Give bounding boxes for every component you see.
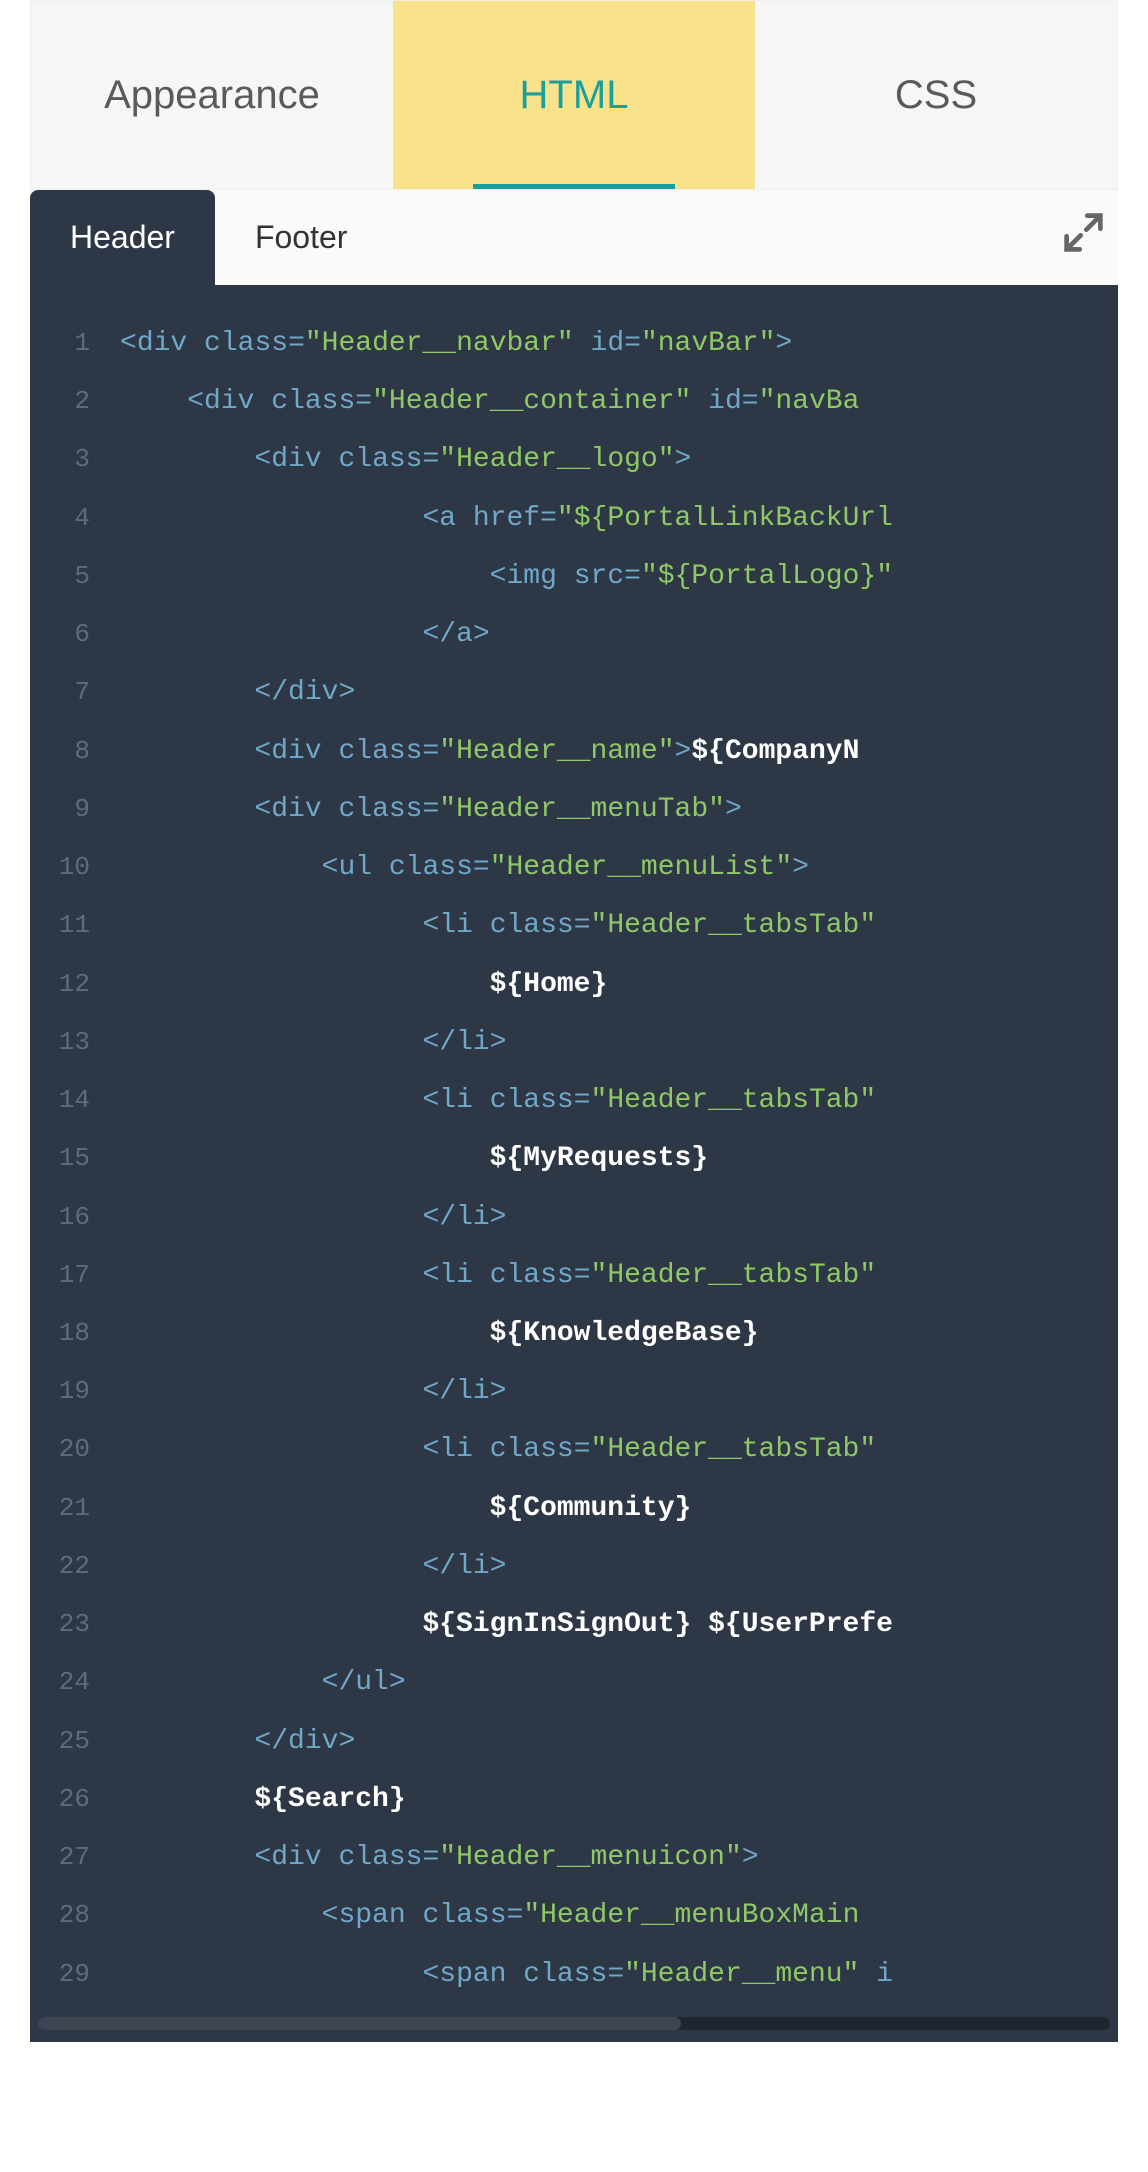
sub-tabs: Header Footer [30,190,1118,285]
code-line[interactable]: 9 <div class="Header__menuTab"> [30,781,1118,839]
code-line[interactable]: 4 <a href="${PortalLinkBackUrl [30,490,1118,548]
line-content: ${Search} [120,1771,406,1829]
main-tabs: Appearance HTML CSS [30,0,1118,190]
line-content: ${Home} [120,956,607,1014]
line-number: 26 [30,1772,120,1826]
line-number: 21 [30,1481,120,1535]
code-line[interactable]: 20 <li class="Header__tabsTab" [30,1421,1118,1479]
tab-css[interactable]: CSS [755,1,1117,189]
line-content: </li> [120,1189,506,1247]
code-line[interactable]: 19 </li> [30,1363,1118,1421]
code-line[interactable]: 26 ${Search} [30,1771,1118,1829]
line-number: 1 [30,316,120,370]
sub-tab-header[interactable]: Header [30,190,215,285]
code-line[interactable]: 7 </div> [30,664,1118,722]
line-number: 4 [30,491,120,545]
code-line[interactable]: 24 </ul> [30,1654,1118,1712]
line-number: 24 [30,1655,120,1709]
code-line[interactable]: 27 <div class="Header__menuicon"> [30,1829,1118,1887]
line-number: 19 [30,1364,120,1418]
line-number: 12 [30,957,120,1011]
line-content: <div class="Header__navbar" id="navBar"> [120,315,792,373]
line-number: 23 [30,1597,120,1651]
code-line[interactable]: 2 <div class="Header__container" id="nav… [30,373,1118,431]
code-line[interactable]: 21 ${Community} [30,1480,1118,1538]
line-number: 27 [30,1830,120,1884]
line-number: 11 [30,898,120,952]
line-content: </li> [120,1538,506,1596]
code-line[interactable]: 23 ${SignInSignOut} ${UserPrefe [30,1596,1118,1654]
code-line[interactable]: 22 </li> [30,1538,1118,1596]
code-line[interactable]: 8 <div class="Header__name">${CompanyN [30,723,1118,781]
line-number: 22 [30,1539,120,1593]
line-content: <li class="Header__tabsTab" [120,1421,876,1479]
code-editor[interactable]: 1<div class="Header__navbar" id="navBar"… [30,285,1118,2042]
line-content: <a href="${PortalLinkBackUrl [120,490,893,548]
code-line[interactable]: 10 <ul class="Header__menuList"> [30,839,1118,897]
code-line[interactable]: 6 </a> [30,606,1118,664]
line-content: <ul class="Header__menuList"> [120,839,809,897]
line-number: 5 [30,549,120,603]
line-content: </a> [120,606,490,664]
line-number: 6 [30,607,120,661]
horizontal-scrollbar[interactable] [30,2014,1118,2042]
line-content: <div class="Header__container" id="navBa [120,373,859,431]
line-content: ${SignInSignOut} ${UserPrefe [120,1596,893,1654]
code-line[interactable]: 16 </li> [30,1189,1118,1247]
code-line[interactable]: 5 <img src="${PortalLogo}" [30,548,1118,606]
line-content: <div class="Header__menuicon"> [120,1829,759,1887]
line-number: 17 [30,1248,120,1302]
line-number: 28 [30,1888,120,1942]
line-number: 16 [30,1190,120,1244]
code-line[interactable]: 15 ${MyRequests} [30,1130,1118,1188]
tab-appearance[interactable]: Appearance [31,1,393,189]
code-line[interactable]: 18 ${KnowledgeBase} [30,1305,1118,1363]
line-number: 18 [30,1306,120,1360]
tab-html[interactable]: HTML [393,1,755,189]
line-content: ${Community} [120,1480,691,1538]
code-line[interactable]: 12 ${Home} [30,956,1118,1014]
line-number: 9 [30,782,120,836]
line-content: <li class="Header__tabsTab" [120,897,876,955]
line-number: 20 [30,1422,120,1476]
line-number: 3 [30,432,120,486]
code-line[interactable]: 28 <span class="Header__menuBoxMain [30,1887,1118,1945]
line-content: <div class="Header__name">${CompanyN [120,723,859,781]
line-number: 2 [30,374,120,428]
code-line[interactable]: 14 <li class="Header__tabsTab" [30,1072,1118,1130]
code-line[interactable]: 25 </div> [30,1713,1118,1771]
code-line[interactable]: 11 <li class="Header__tabsTab" [30,897,1118,955]
line-content: </ul> [120,1654,406,1712]
line-content: <li class="Header__tabsTab" [120,1072,876,1130]
line-number: 10 [30,840,120,894]
code-line[interactable]: 1<div class="Header__navbar" id="navBar"… [30,315,1118,373]
line-number: 14 [30,1073,120,1127]
line-number: 13 [30,1015,120,1069]
code-line[interactable]: 3 <div class="Header__logo"> [30,431,1118,489]
line-content: <img src="${PortalLogo}" [120,548,893,606]
line-content: ${KnowledgeBase} [120,1305,759,1363]
line-content: </div> [120,1713,355,1771]
line-content: <span class="Header__menuBoxMain [120,1887,859,1945]
line-content: <span class="Header__menu" i [120,1946,893,2004]
line-content: </li> [120,1363,506,1421]
sub-tab-footer[interactable]: Footer [215,190,387,285]
line-content: <li class="Header__tabsTab" [120,1247,876,1305]
line-content: </div> [120,664,355,722]
line-number: 15 [30,1131,120,1185]
line-content: ${MyRequests} [120,1130,708,1188]
line-content: <div class="Header__logo"> [120,431,691,489]
line-number: 29 [30,1947,120,2001]
line-content: </li> [120,1014,506,1072]
expand-icon[interactable] [1061,210,1106,255]
code-line[interactable]: 13 </li> [30,1014,1118,1072]
code-line[interactable]: 17 <li class="Header__tabsTab" [30,1247,1118,1305]
line-number: 8 [30,724,120,778]
line-content: <div class="Header__menuTab"> [120,781,742,839]
line-number: 7 [30,665,120,719]
line-number: 25 [30,1714,120,1768]
code-line[interactable]: 29 <span class="Header__menu" i [30,1946,1118,2004]
